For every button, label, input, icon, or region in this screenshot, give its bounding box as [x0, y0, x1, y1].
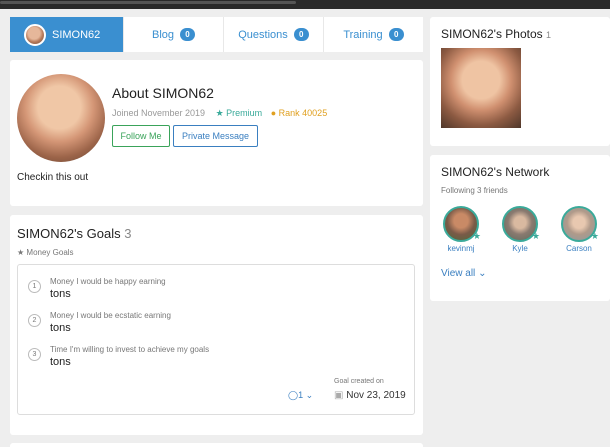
friend-item[interactable]: ★ Carson	[559, 206, 599, 253]
goal-box: 1 Money I would be happy earning tons 2 …	[17, 264, 415, 415]
tab-label: Blog	[151, 28, 175, 41]
about-card: About SIMON62 Joined November 2019 ★ Pre…	[10, 60, 423, 206]
count-badge: 0	[388, 28, 404, 41]
private-message-button[interactable]: Private Message	[173, 125, 258, 147]
goals-count: 3	[124, 226, 132, 241]
friend-avatar: ★	[502, 206, 540, 242]
status-text: Checkin this out	[17, 172, 89, 183]
friend-name: Carson	[566, 244, 592, 253]
following-count: Following 3 friends	[441, 186, 508, 195]
star-icon: ★	[17, 248, 25, 257]
follow-button[interactable]: Follow Me	[112, 125, 170, 147]
profile-tabs: SIMON62 Blog 0 Questions 0 Training 0	[10, 17, 423, 52]
photos-count: 1	[546, 30, 552, 40]
horizontal-scrollbar[interactable]	[0, 1, 296, 4]
tab-label: Questions	[238, 28, 288, 41]
goal-label: Time I'm willing to invest to achieve my…	[50, 345, 210, 354]
friend-avatar: ★	[561, 206, 599, 242]
created-date: ▣ Nov 23, 2019	[334, 390, 406, 401]
star-icon: ★	[215, 108, 224, 118]
comments-toggle[interactable]: ◯1 ⌄	[288, 390, 313, 401]
photo-thumbnail[interactable]	[441, 48, 521, 128]
tab-label: Training	[343, 28, 383, 41]
calendar-icon: ▣	[334, 390, 344, 401]
friend-name: kevinmj	[447, 244, 475, 253]
goal-value: tons	[50, 322, 71, 334]
tab-training[interactable]: Training 0	[323, 17, 423, 52]
chevron-down-icon: ⌄	[478, 268, 487, 279]
comment-icon: ◯	[288, 390, 299, 400]
chevron-down-icon: ⌄	[305, 390, 314, 400]
rank-badge: ● Rank 40025	[270, 108, 328, 118]
profile-meta: Joined November 2019 ★ Premium ● Rank 40…	[112, 108, 327, 119]
network-title: SIMON62's Network	[441, 165, 550, 179]
goal-label: Money I would be ecstatic earning	[50, 311, 171, 320]
goal-number: 1	[28, 280, 41, 293]
tab-blog[interactable]: Blog 0	[123, 17, 223, 52]
count-badge: 0	[293, 28, 309, 41]
friend-item[interactable]: ★ Kyle	[500, 206, 540, 253]
next-card	[10, 443, 423, 447]
tab-profile[interactable]: SIMON62	[10, 17, 123, 52]
goals-card: SIMON62's Goals 3 ★ Money Goals 1 Money …	[10, 215, 423, 435]
photos-card: SIMON62's Photos 1	[430, 17, 610, 146]
goal-value: tons	[50, 356, 71, 368]
network-card: SIMON62's Network Following 3 friends ★ …	[430, 155, 610, 301]
star-icon: ★	[472, 231, 481, 241]
view-all-link[interactable]: View all ⌄	[441, 268, 486, 279]
created-label: Goal created on	[334, 378, 384, 385]
profile-avatar[interactable]	[17, 74, 105, 162]
medal-icon: ●	[270, 108, 277, 118]
goal-number: 3	[28, 348, 41, 361]
goal-category: ★ Money Goals	[17, 248, 74, 257]
tab-questions[interactable]: Questions 0	[223, 17, 323, 52]
photos-title: SIMON62's Photos 1	[441, 27, 552, 41]
friend-avatar: ★	[443, 206, 481, 242]
premium-badge: ★ Premium	[215, 108, 263, 118]
goal-value: tons	[50, 288, 71, 300]
goals-title: SIMON62's Goals 3	[17, 226, 132, 241]
star-icon: ★	[531, 231, 540, 241]
count-badge: 0	[180, 28, 196, 41]
goal-label: Money I would be happy earning	[50, 277, 166, 286]
friend-item[interactable]: ★ kevinmj	[441, 206, 481, 253]
about-title: About SIMON62	[112, 85, 214, 101]
goal-number: 2	[28, 314, 41, 327]
star-icon: ★	[590, 231, 599, 241]
avatar	[24, 23, 46, 46]
top-bar	[0, 0, 610, 9]
joined-date: Joined November 2019	[112, 108, 206, 118]
tab-label: SIMON62	[52, 28, 101, 41]
friend-name: Kyle	[512, 244, 528, 253]
